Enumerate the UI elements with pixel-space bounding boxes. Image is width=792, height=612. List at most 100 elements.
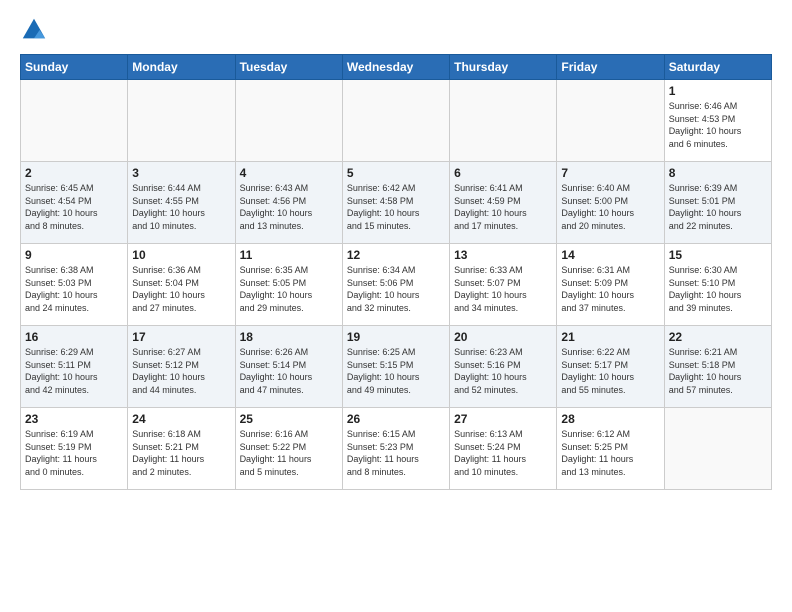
day-number: 8 [669,166,767,180]
day-number: 26 [347,412,445,426]
calendar-day-9: 9 Sunrise: 6:38 AM Sunset: 5:03 PM Daylig… [21,244,128,326]
calendar-day-11: 11 Sunrise: 6:35 AM Sunset: 5:05 PM Dayli… [235,244,342,326]
day-number: 18 [240,330,338,344]
weekday-header-saturday: Saturday [664,55,771,80]
day-info: Sunrise: 6:15 AM Sunset: 5:23 PM Dayligh… [347,428,445,478]
weekday-header-wednesday: Wednesday [342,55,449,80]
day-number: 13 [454,248,552,262]
day-info: Sunrise: 6:27 AM Sunset: 5:12 PM Dayligh… [132,346,230,396]
day-number: 4 [240,166,338,180]
calendar-day-2: 2 Sunrise: 6:45 AM Sunset: 4:54 PM Daylig… [21,162,128,244]
day-number: 21 [561,330,659,344]
calendar-week-row: 2 Sunrise: 6:45 AM Sunset: 4:54 PM Daylig… [21,162,772,244]
page-container: SundayMondayTuesdayWednesdayThursdayFrid… [0,0,792,612]
day-number: 22 [669,330,767,344]
day-number: 25 [240,412,338,426]
day-info: Sunrise: 6:21 AM Sunset: 5:18 PM Dayligh… [669,346,767,396]
calendar-empty-cell [664,408,771,490]
weekday-header-tuesday: Tuesday [235,55,342,80]
calendar-day-18: 18 Sunrise: 6:26 AM Sunset: 5:14 PM Dayli… [235,326,342,408]
weekday-header-sunday: Sunday [21,55,128,80]
calendar-empty-cell [342,80,449,162]
calendar-day-22: 22 Sunrise: 6:21 AM Sunset: 5:18 PM Dayli… [664,326,771,408]
calendar-day-10: 10Sunrise: 6:36 AM Sunset: 5:04 PM Dayli… [128,244,235,326]
day-info: Sunrise: 6:19 AM Sunset: 5:19 PM Dayligh… [25,428,123,478]
logo [20,16,52,44]
weekday-header-friday: Friday [557,55,664,80]
day-info: Sunrise: 6:23 AM Sunset: 5:16 PM Dayligh… [454,346,552,396]
calendar-week-row: 9 Sunrise: 6:38 AM Sunset: 5:03 PM Daylig… [21,244,772,326]
day-info: Sunrise: 6:22 AM Sunset: 5:17 PM Dayligh… [561,346,659,396]
day-number: 20 [454,330,552,344]
day-number: 27 [454,412,552,426]
calendar-day-12: 12 Sunrise: 6:34 AM Sunset: 5:06 PM Dayli… [342,244,449,326]
day-number: 6 [454,166,552,180]
page-header [20,16,772,44]
calendar-day-24: 24Sunrise: 6:18 AM Sunset: 5:21 PM Dayli… [128,408,235,490]
day-info: Sunrise: 6:31 AM Sunset: 5:09 PM Dayligh… [561,264,659,314]
calendar-day-14: 14 Sunrise: 6:31 AM Sunset: 5:09 PM Dayli… [557,244,664,326]
calendar-day-16: 16 Sunrise: 6:29 AM Sunset: 5:11 PM Dayli… [21,326,128,408]
calendar-day-8: 8 Sunrise: 6:39 AM Sunset: 5:01 PM Daylig… [664,162,771,244]
day-info: Sunrise: 6:33 AM Sunset: 5:07 PM Dayligh… [454,264,552,314]
day-info: Sunrise: 6:39 AM Sunset: 5:01 PM Dayligh… [669,182,767,232]
day-info: Sunrise: 6:16 AM Sunset: 5:22 PM Dayligh… [240,428,338,478]
day-number: 15 [669,248,767,262]
day-info: Sunrise: 6:36 AM Sunset: 5:04 PM Dayligh… [132,264,230,314]
calendar-day-7: 7 Sunrise: 6:40 AM Sunset: 5:00 PM Daylig… [557,162,664,244]
day-number: 2 [25,166,123,180]
calendar-day-20: 20 Sunrise: 6:23 AM Sunset: 5:16 PM Dayli… [450,326,557,408]
calendar-week-row: 1Sunrise: 6:46 AM Sunset: 4:53 PM Daylig… [21,80,772,162]
calendar-empty-cell [21,80,128,162]
day-number: 1 [669,84,767,98]
calendar-day-28: 28Sunrise: 6:12 AM Sunset: 5:25 PM Dayli… [557,408,664,490]
day-number: 16 [25,330,123,344]
day-info: Sunrise: 6:38 AM Sunset: 5:03 PM Dayligh… [25,264,123,314]
calendar-day-4: 4 Sunrise: 6:43 AM Sunset: 4:56 PM Daylig… [235,162,342,244]
calendar-day-15: 15 Sunrise: 6:30 AM Sunset: 5:10 PM Dayli… [664,244,771,326]
day-number: 19 [347,330,445,344]
day-info: Sunrise: 6:12 AM Sunset: 5:25 PM Dayligh… [561,428,659,478]
day-info: Sunrise: 6:45 AM Sunset: 4:54 PM Dayligh… [25,182,123,232]
calendar-empty-cell [450,80,557,162]
day-info: Sunrise: 6:34 AM Sunset: 5:06 PM Dayligh… [347,264,445,314]
calendar-day-17: 17Sunrise: 6:27 AM Sunset: 5:12 PM Dayli… [128,326,235,408]
calendar-week-row: 16 Sunrise: 6:29 AM Sunset: 5:11 PM Dayli… [21,326,772,408]
day-info: Sunrise: 6:30 AM Sunset: 5:10 PM Dayligh… [669,264,767,314]
day-info: Sunrise: 6:35 AM Sunset: 5:05 PM Dayligh… [240,264,338,314]
calendar-day-5: 5 Sunrise: 6:42 AM Sunset: 4:58 PM Daylig… [342,162,449,244]
day-info: Sunrise: 6:42 AM Sunset: 4:58 PM Dayligh… [347,182,445,232]
calendar-day-23: 23 Sunrise: 6:19 AM Sunset: 5:19 PM Dayli… [21,408,128,490]
day-number: 7 [561,166,659,180]
calendar-empty-cell [557,80,664,162]
day-number: 9 [25,248,123,262]
calendar-day-3: 3 Sunrise: 6:44 AM Sunset: 4:55 PM Daylig… [128,162,235,244]
day-number: 11 [240,248,338,262]
calendar-week-row: 23 Sunrise: 6:19 AM Sunset: 5:19 PM Dayli… [21,408,772,490]
calendar-day-1: 1Sunrise: 6:46 AM Sunset: 4:53 PM Daylig… [664,80,771,162]
calendar-header-row: SundayMondayTuesdayWednesdayThursdayFrid… [21,55,772,80]
day-number: 5 [347,166,445,180]
day-number: 14 [561,248,659,262]
calendar-table: SundayMondayTuesdayWednesdayThursdayFrid… [20,54,772,490]
day-info: Sunrise: 6:44 AM Sunset: 4:55 PM Dayligh… [132,182,230,232]
calendar-day-21: 21 Sunrise: 6:22 AM Sunset: 5:17 PM Dayli… [557,326,664,408]
day-info: Sunrise: 6:25 AM Sunset: 5:15 PM Dayligh… [347,346,445,396]
logo-icon [20,16,48,44]
weekday-header-thursday: Thursday [450,55,557,80]
weekday-header-monday: Monday [128,55,235,80]
calendar-day-25: 25 Sunrise: 6:16 AM Sunset: 5:22 PM Dayli… [235,408,342,490]
day-info: Sunrise: 6:29 AM Sunset: 5:11 PM Dayligh… [25,346,123,396]
calendar-day-13: 13 Sunrise: 6:33 AM Sunset: 5:07 PM Dayli… [450,244,557,326]
calendar-day-27: 27 Sunrise: 6:13 AM Sunset: 5:24 PM Dayli… [450,408,557,490]
day-number: 23 [25,412,123,426]
day-info: Sunrise: 6:40 AM Sunset: 5:00 PM Dayligh… [561,182,659,232]
day-info: Sunrise: 6:13 AM Sunset: 5:24 PM Dayligh… [454,428,552,478]
calendar-empty-cell [128,80,235,162]
day-info: Sunrise: 6:43 AM Sunset: 4:56 PM Dayligh… [240,182,338,232]
day-number: 3 [132,166,230,180]
day-info: Sunrise: 6:41 AM Sunset: 4:59 PM Dayligh… [454,182,552,232]
calendar-day-19: 19 Sunrise: 6:25 AM Sunset: 5:15 PM Dayli… [342,326,449,408]
day-number: 12 [347,248,445,262]
day-info: Sunrise: 6:26 AM Sunset: 5:14 PM Dayligh… [240,346,338,396]
